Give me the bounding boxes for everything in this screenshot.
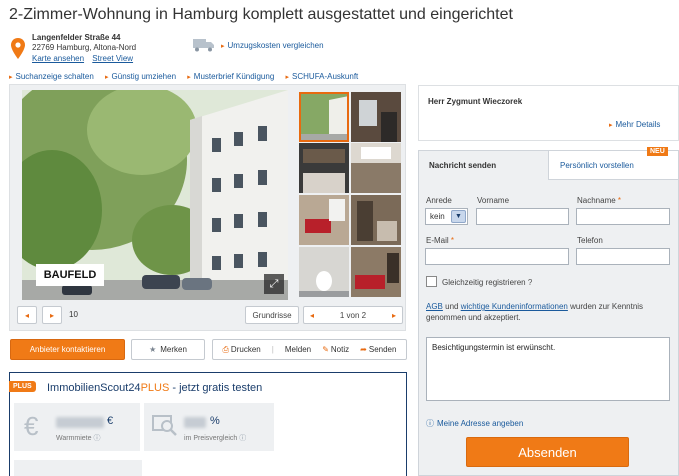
arrow-icon: ▸ bbox=[221, 43, 225, 50]
save-listing-button[interactable]: ★ Merken bbox=[131, 339, 205, 360]
euro-icon: € bbox=[24, 411, 39, 441]
warm-rent-value-hidden bbox=[56, 417, 104, 428]
sublink-search-ad[interactable]: ▸ Suchanzeige schalten bbox=[9, 72, 94, 81]
submit-button[interactable]: Absenden bbox=[466, 437, 629, 467]
warm-rent-label: Warmmiete ⓘ bbox=[56, 435, 101, 442]
arrow-right-icon: ▸ bbox=[49, 310, 54, 320]
firstname-input[interactable] bbox=[476, 208, 569, 225]
thumbnail-5[interactable] bbox=[299, 195, 349, 245]
stat-placeholder bbox=[14, 460, 142, 476]
message-textarea[interactable]: Besichtigungstermin ist erwünscht. bbox=[426, 337, 670, 401]
address-block: Langenfelder Straße 44 22769 Hamburg, Al… bbox=[32, 33, 139, 64]
arrow-icon: ▸ bbox=[609, 122, 613, 129]
location-pin-icon bbox=[11, 38, 25, 59]
gallery-prev-button[interactable]: ◂ bbox=[17, 306, 37, 324]
star-icon: ★ bbox=[149, 345, 157, 354]
thumbnail-7[interactable] bbox=[299, 247, 349, 297]
thumbnail-2[interactable] bbox=[351, 92, 401, 142]
watermark-baufeld: BAUFELD bbox=[36, 264, 104, 286]
chevron-down-icon[interactable]: ▼ bbox=[451, 210, 466, 223]
sublink-schufa[interactable]: ▸ SCHUFA-Auskunft bbox=[286, 72, 359, 81]
plus-badge: PLUS bbox=[9, 381, 36, 392]
phone-label: Telefon bbox=[577, 236, 603, 245]
info-icon[interactable]: ⓘ bbox=[93, 435, 100, 442]
agent-name: Herr Zygmunt Wieczorek bbox=[428, 97, 523, 106]
pager-prev-icon[interactable]: ◂ bbox=[310, 311, 314, 320]
arrow-icon: ▸ bbox=[105, 74, 109, 81]
note-button[interactable]: ✎ Notiz bbox=[322, 345, 349, 354]
thumbnail-6[interactable] bbox=[351, 195, 401, 245]
warm-rent-stat: € € Warmmiete ⓘ bbox=[14, 403, 140, 451]
warm-rent-unit: € bbox=[107, 415, 114, 427]
fullscreen-icon[interactable]: ⤢ bbox=[264, 274, 284, 294]
agb-link[interactable]: AGB bbox=[426, 302, 443, 311]
thumbnail-8[interactable] bbox=[351, 247, 401, 297]
price-comparison-stat: % im Preisvergleich ⓘ bbox=[144, 403, 274, 451]
thumb-pager: ◂ 1 von 2 ▸ bbox=[303, 306, 403, 324]
street-address: Langenfelder Straße 44 bbox=[32, 33, 121, 42]
main-photo[interactable]: BAUFELD ⤢ bbox=[22, 90, 288, 300]
share-arrow-icon: ➦ bbox=[360, 345, 367, 354]
plus-promo-title[interactable]: ImmobilienScout24PLUS - jetzt gratis tes… bbox=[47, 382, 262, 394]
email-input[interactable] bbox=[425, 248, 569, 265]
thumbnail-3[interactable] bbox=[299, 143, 349, 193]
phone-input[interactable] bbox=[576, 248, 670, 265]
arrow-icon: ▸ bbox=[285, 74, 290, 81]
price-comparison-label: im Preisvergleich ⓘ bbox=[184, 435, 247, 442]
register-checkbox[interactable] bbox=[426, 276, 437, 287]
listing-actions-bar: ⎙ Drucken | Melden ✎ Notiz ➦ Senden bbox=[212, 339, 407, 360]
sublink-cheap-moving[interactable]: ▸ Günstig umziehen bbox=[105, 72, 176, 81]
pager-next-icon[interactable]: ▸ bbox=[392, 311, 396, 320]
pager-label: 1 von 2 bbox=[339, 310, 367, 320]
help-icon[interactable]: ? bbox=[528, 278, 532, 287]
moving-costs-link[interactable]: ▸ Umzugskosten vergleichen bbox=[221, 41, 324, 50]
firstname-label: Vorname bbox=[477, 196, 510, 205]
info-square-icon: ⓘ bbox=[426, 419, 434, 428]
street-view-link[interactable]: Street View bbox=[92, 54, 133, 63]
city-address: 22769 Hamburg, Altona-Nord bbox=[32, 43, 137, 52]
thumbnail-1[interactable] bbox=[299, 92, 349, 142]
image-count: 10 bbox=[69, 310, 78, 319]
report-button[interactable]: Melden bbox=[285, 345, 311, 354]
floor-plan-button[interactable]: Grundrisse bbox=[245, 306, 299, 324]
gallery-next-button[interactable]: ▸ bbox=[42, 306, 62, 324]
sublink-termination-letter[interactable]: ▸ Musterbrief Kündigung bbox=[187, 72, 274, 81]
pencil-icon: ✎ bbox=[322, 345, 329, 354]
price-comparison-value-hidden bbox=[184, 417, 206, 428]
agent-card bbox=[418, 85, 679, 141]
info-icon[interactable]: ⓘ bbox=[239, 435, 246, 442]
customer-info-link[interactable]: wichtige Kundeninformationen bbox=[461, 302, 568, 311]
arrow-icon: ▸ bbox=[187, 74, 191, 81]
legal-notice: AGB und wichtige Kundeninformationen wur… bbox=[426, 302, 644, 322]
register-label: Gleichzeitig registrieren ? bbox=[442, 278, 533, 287]
lastname-label: Nachname * bbox=[577, 196, 622, 205]
contact-provider-button[interactable]: Anbieter kontaktieren bbox=[10, 339, 125, 360]
truck-icon bbox=[193, 39, 214, 52]
print-button[interactable]: ⎙ Drucken bbox=[223, 345, 261, 355]
chart-magnifier-icon bbox=[152, 415, 177, 436]
more-details-link[interactable]: ▸ Mehr Details bbox=[609, 120, 660, 129]
new-badge: NEU bbox=[647, 147, 668, 156]
salutation-label: Anrede bbox=[426, 196, 452, 205]
lastname-input[interactable] bbox=[576, 208, 670, 225]
arrow-left-icon: ◂ bbox=[24, 310, 29, 320]
arrow-icon: ▸ bbox=[9, 74, 13, 81]
page-title: 2-Zimmer-Wohnung in Hamburg komplett aus… bbox=[9, 6, 513, 23]
thumbnail-4[interactable] bbox=[351, 143, 401, 193]
email-label: E-Mail * bbox=[426, 236, 455, 245]
print-icon: ⎙ bbox=[222, 344, 229, 354]
send-button[interactable]: ➦ Senden bbox=[360, 345, 396, 354]
tab-send-message[interactable]: Nachricht senden bbox=[419, 151, 548, 180]
add-address-link[interactable]: ⓘ Meine Adresse angeben bbox=[426, 418, 523, 429]
sublinks-bar: ▸ Suchanzeige schalten ▸ Günstig umziehen … bbox=[9, 72, 367, 81]
map-link[interactable]: Karte ansehen bbox=[32, 54, 84, 63]
percent-unit: % bbox=[210, 415, 220, 427]
